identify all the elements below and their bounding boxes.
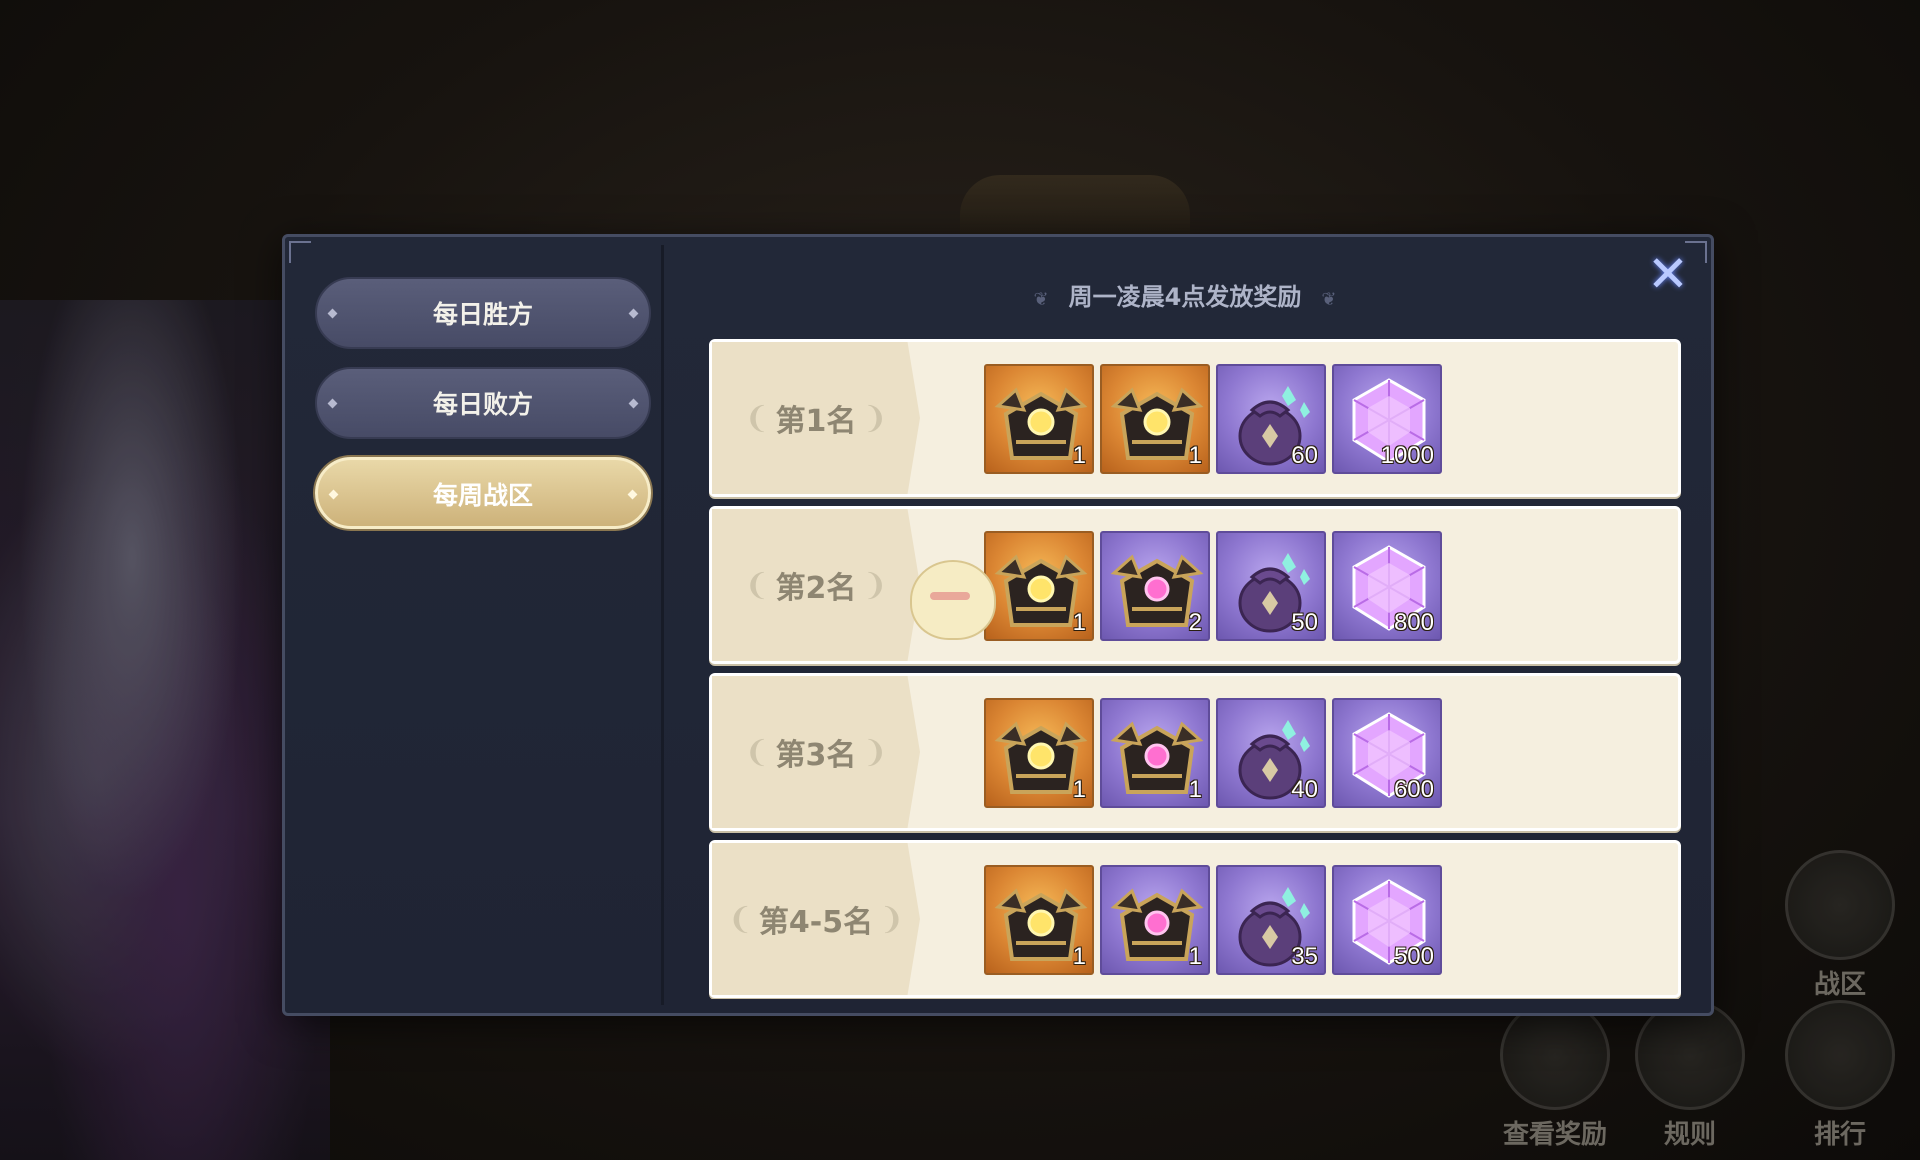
reward-row: ❨ 第2名 ❩ 1 2 50 800 [709,506,1681,664]
reward-items: 1 1 35 500 [984,865,1442,975]
item-count: 2 [1188,609,1202,636]
tab-daily-loser[interactable]: 每日败方 [315,367,651,439]
reward-list[interactable]: ❨ 第1名 ❩ 1 1 60 1000 ❨ 第2名 ❩ 1 2 50 800 ❨ 第3名 ❩ 1 1 40 600 ❨ 第4… [709,339,1681,999]
item-count: 1 [1072,609,1086,636]
diamond-icon [628,398,639,409]
laurel-left-icon: ❨ [727,901,753,937]
mascot-icon [910,560,996,640]
tab-weekly-zone[interactable]: 每周战区 [315,457,651,529]
laurel-right-icon: ❩ [862,567,888,603]
item-count: 60 [1291,442,1318,469]
laurel-right-icon: ❩ [862,734,888,770]
background-character [0,300,330,1160]
view-rewards-button[interactable]: 查看奖励 [1480,1000,1630,1151]
reward-item[interactable]: 800 [1332,531,1442,641]
wing-left-icon: ❦ [1033,289,1049,310]
rank-text: 第2名 [775,571,857,606]
view-rewards-label: 查看奖励 [1502,1120,1607,1150]
reward-item[interactable]: 1 [1100,698,1210,808]
rank-label: ❨ 第1名 ❩ [712,342,920,494]
reward-item[interactable]: 60 [1216,364,1326,474]
item-count: 800 [1393,609,1434,636]
reward-row: ❨ 第1名 ❩ 1 1 60 1000 [709,339,1681,497]
laurel-right-icon: ❩ [862,400,888,436]
reward-item[interactable]: 50 [1216,531,1326,641]
trophy-icon [1785,1000,1895,1110]
divider [661,245,664,1005]
diamond-icon [328,489,339,500]
item-count: 500 [1393,943,1434,970]
tab-daily-winner[interactable]: 每日胜方 [315,277,651,349]
diamond-icon [327,308,338,319]
zone-label: 战区 [1813,970,1866,1000]
reward-row: ❨ 第4-5名 ❩ 1 1 35 500 [709,840,1681,998]
laurel-right-icon: ❩ [879,901,905,937]
reward-item[interactable]: 1 [984,364,1094,474]
rank-label: ❨ 第3名 ❩ [712,676,920,828]
reward-item[interactable]: 1 [984,531,1094,641]
diamond-icon [628,308,639,319]
diamond-icon [627,489,638,500]
item-count: 1 [1072,776,1086,803]
reward-item[interactable]: 1 [1100,364,1210,474]
reward-item[interactable]: 500 [1332,865,1442,975]
rules-button[interactable]: 规则 [1630,1000,1750,1151]
reward-item[interactable]: 600 [1332,698,1442,808]
rank-text: 第4-5名 [758,905,874,940]
item-count: 600 [1393,776,1434,803]
item-count: 1 [1188,776,1202,803]
item-count: 1 [1188,943,1202,970]
reward-items: 1 2 50 800 [984,531,1442,641]
item-count: 35 [1291,943,1318,970]
rank-text: 第3名 [775,738,857,773]
item-count: 50 [1291,609,1318,636]
laurel-left-icon: ❨ [744,567,770,603]
rank-label: ❨ 第2名 ❩ [712,509,920,661]
item-count: 40 [1291,776,1318,803]
tab-label: 每周战区 [432,481,533,510]
reward-item[interactable]: 2 [1100,531,1210,641]
reward-items: 1 1 40 600 [984,698,1442,808]
item-count: 1 [1072,943,1086,970]
reward-item[interactable]: 1 [1100,865,1210,975]
reward-item[interactable]: 1 [984,698,1094,808]
rank-text: 第1名 [775,404,857,439]
item-count: 1 [1188,442,1202,469]
tab-label: 每日败方 [432,390,533,419]
reward-row: ❨ 第3名 ❩ 1 1 40 600 [709,673,1681,831]
ranking-label: 排行 [1813,1120,1866,1150]
zone-button[interactable]: 战区 [1780,850,1900,1001]
corner-ornament [289,241,311,263]
laurel-left-icon: ❨ [744,400,770,436]
reward-item[interactable]: 1000 [1332,364,1442,474]
item-count: 1000 [1380,442,1434,469]
reward-item[interactable]: 35 [1216,865,1326,975]
close-button[interactable]: ✕ [1643,249,1693,299]
reward-item[interactable]: 40 [1216,698,1326,808]
reward-item[interactable]: 1 [984,865,1094,975]
rules-label: 规则 [1663,1120,1716,1150]
laurel-left-icon: ❨ [744,734,770,770]
reward-notice-text: 周一凌晨4点发放奖励 [1068,283,1302,311]
zone-icon [1785,850,1895,960]
reward-notice: ❦ 周一凌晨4点发放奖励 ❦ [945,277,1425,312]
item-count: 1 [1072,442,1086,469]
wing-right-icon: ❦ [1321,289,1337,310]
reward-dialog: ✕ 每日胜方 每日败方 每周战区 ❦ 周一凌晨4点发放奖励 ❦ ❨ 第1名 ❩ 1 1 60 1… [282,234,1714,1016]
reward-bag-icon [1500,1000,1610,1110]
ranking-button[interactable]: 排行 [1780,1000,1900,1151]
scroll-icon [1635,1000,1745,1110]
reward-items: 1 1 60 1000 [984,364,1442,474]
tab-label: 每日胜方 [432,300,533,329]
diamond-icon [327,398,338,409]
rank-label: ❨ 第4-5名 ❩ [712,843,920,995]
